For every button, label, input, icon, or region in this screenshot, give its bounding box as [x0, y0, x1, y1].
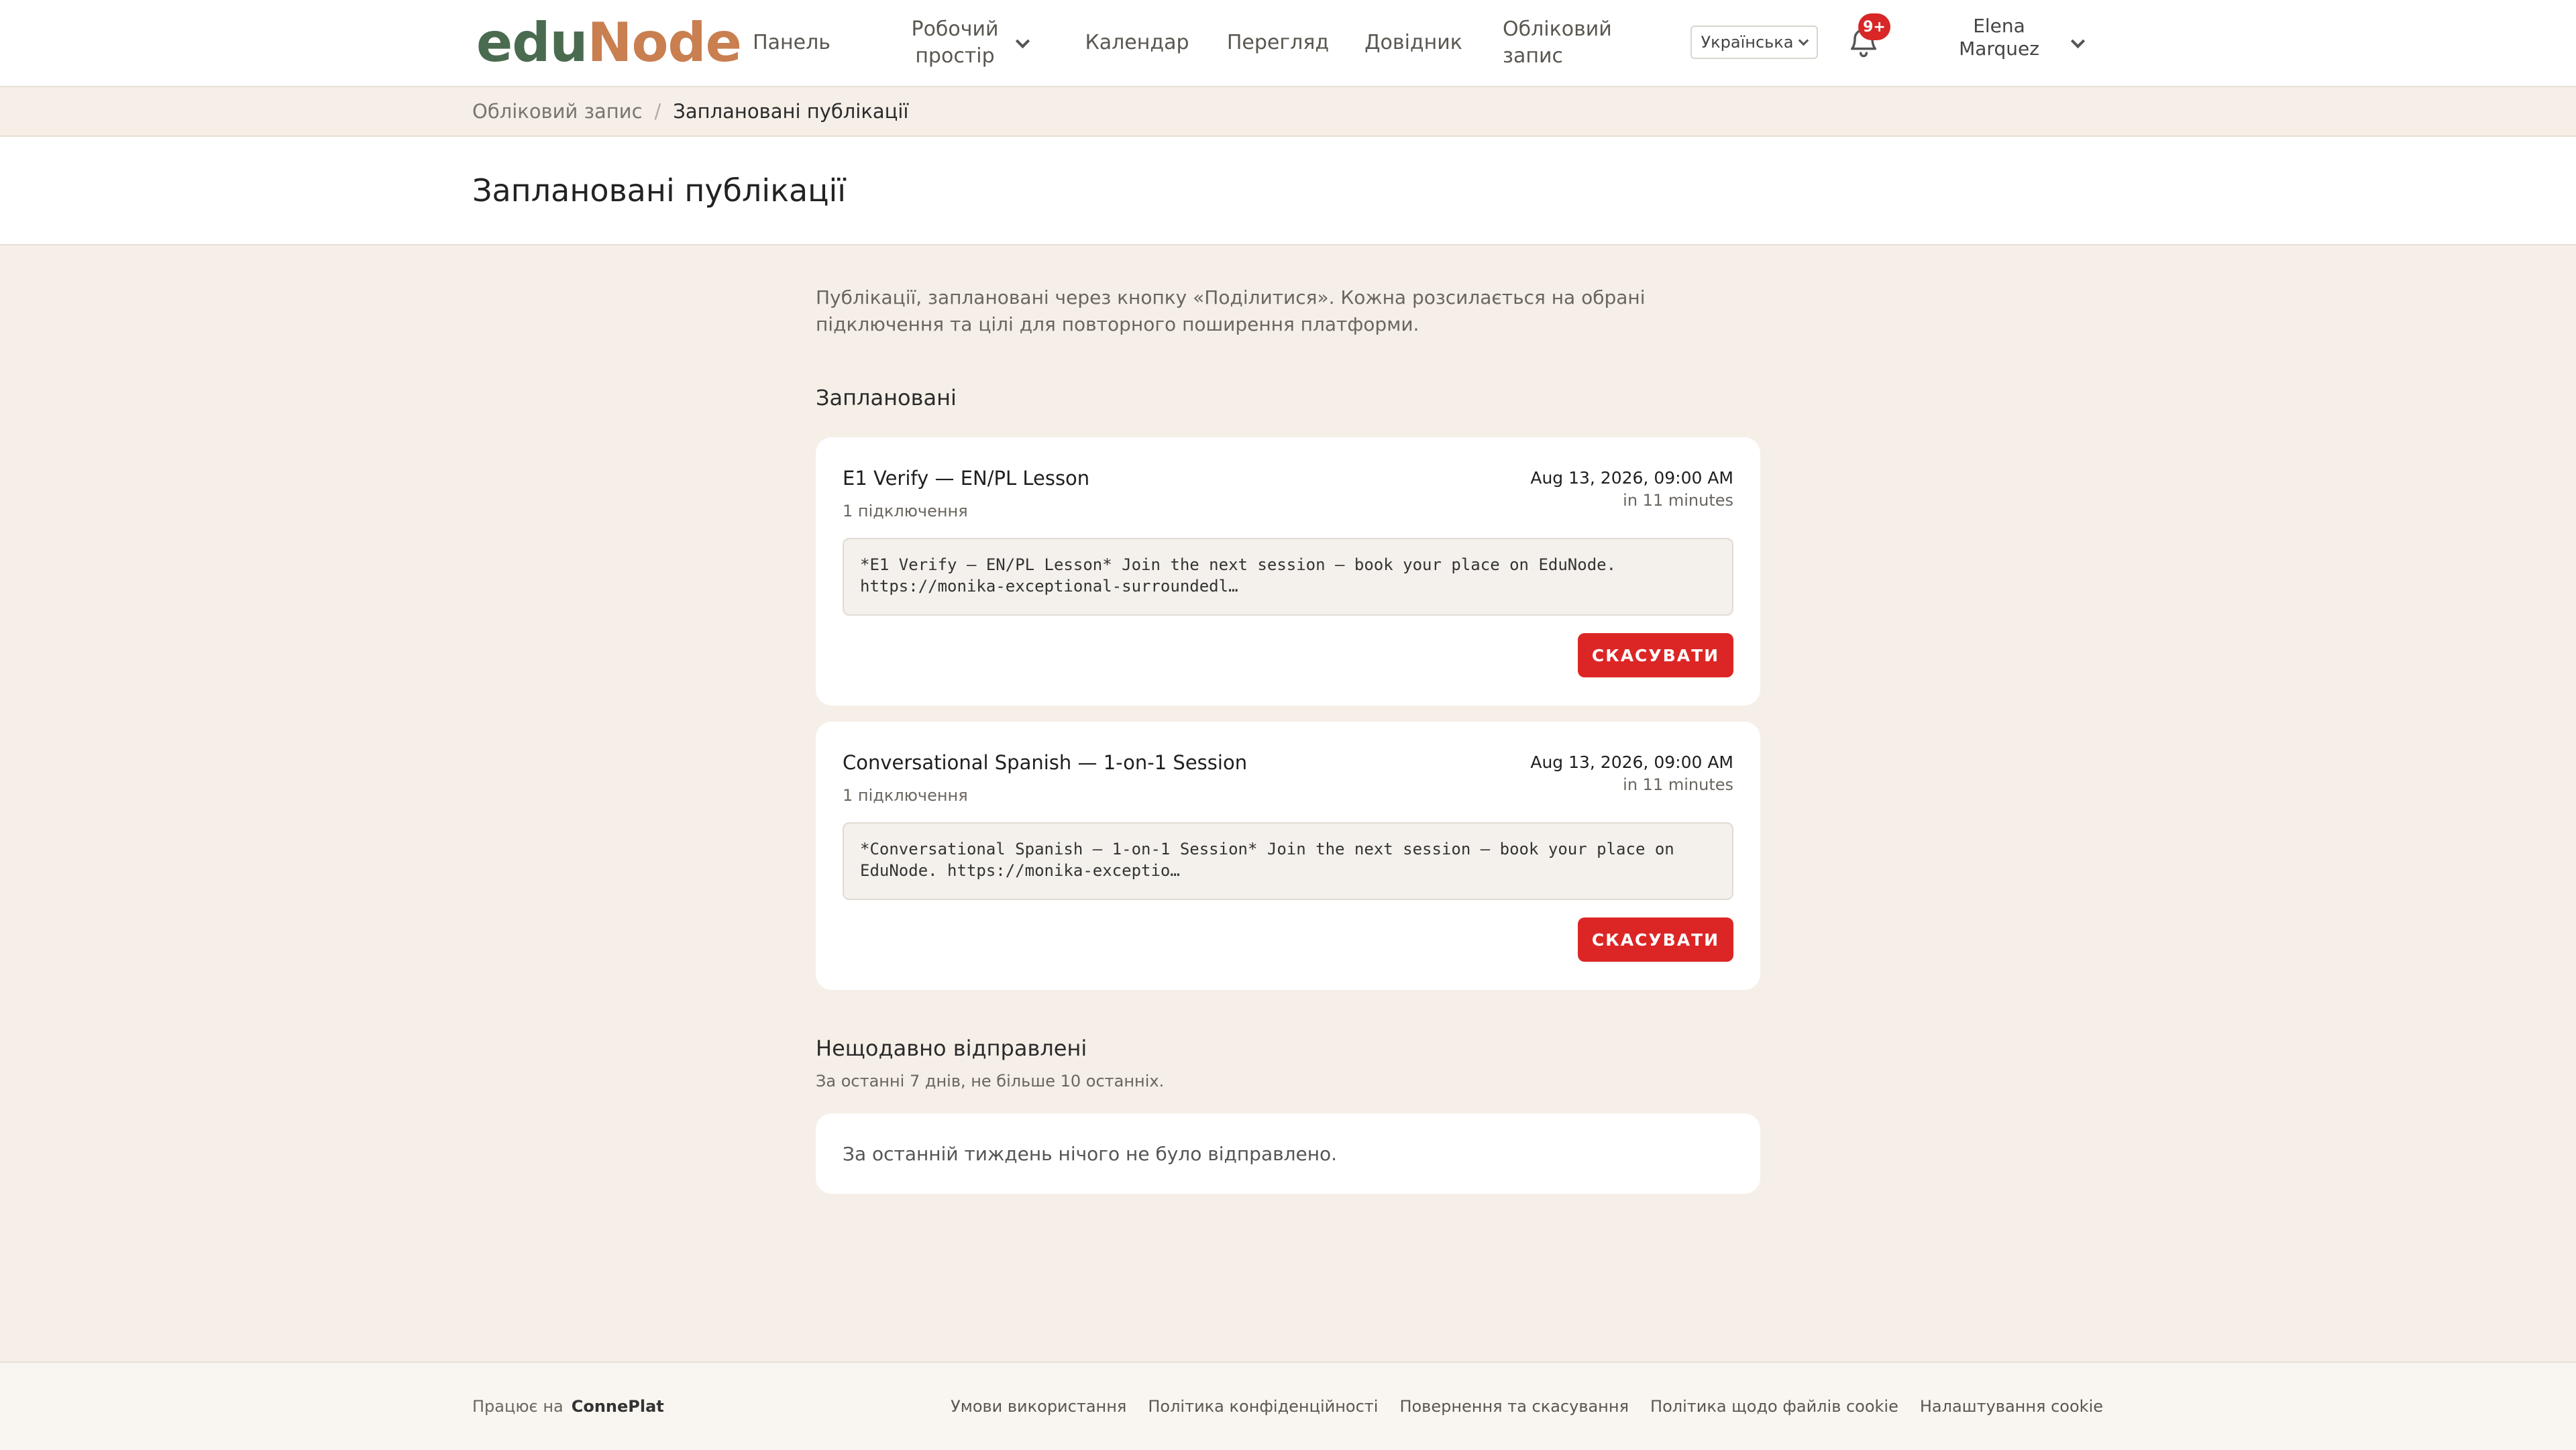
- post-title: Conversational Spanish — 1-on-1 Session: [843, 751, 1248, 774]
- nav-account[interactable]: Обліковий запис: [1503, 0, 1612, 86]
- nav-account-label: Обліковий запис: [1503, 17, 1612, 68]
- nav-dashboard[interactable]: Панель: [745, 0, 839, 86]
- user-menu-chevron-down-icon[interactable]: [2070, 34, 2086, 49]
- nav-workspace[interactable]: Робочий простір: [892, 0, 1046, 86]
- notifications-count-badge: 9+: [1858, 13, 1890, 40]
- recent-section-subtitle: За останні 7 днів, не більше 10 останніх…: [816, 1072, 1165, 1091]
- post-scheduled-date: Aug 13, 2026, 09:00 AM: [1530, 752, 1733, 772]
- user-menu[interactable]: Elena Marquez: [1932, 15, 2066, 68]
- nav-browse[interactable]: Перегляд: [1226, 0, 1330, 86]
- nav-calendar-label: Календар: [1085, 31, 1189, 54]
- post-connections: 1 підключення: [843, 502, 968, 520]
- breadcrumb-separator: /: [654, 100, 661, 123]
- recent-empty-text: За останній тиждень нічого не було відпр…: [843, 1142, 1338, 1165]
- post-title: E1 Verify — EN/PL Lesson: [843, 467, 1090, 490]
- cancel-button[interactable]: СКАСУВАТИ: [1578, 633, 1733, 677]
- footer-link-privacy[interactable]: Політика конфіденційності: [1148, 1397, 1378, 1416]
- powered-by-brand-link[interactable]: ConnePlat: [572, 1397, 664, 1416]
- recent-empty-state: За останній тиждень нічого не було відпр…: [816, 1113, 1760, 1194]
- page-title: Заплановані публікації: [472, 172, 847, 209]
- logo-part-edu: edu: [476, 11, 588, 74]
- footer-links: Умови використання Політика конфіденційн…: [951, 1363, 2103, 1450]
- nav-help-label: Довідник: [1364, 31, 1462, 54]
- edunode-logo[interactable]: eduNode: [476, 9, 742, 76]
- post-message-preview: *Conversational Spanish — 1-on-1 Session…: [843, 822, 1733, 900]
- breadcrumb: Обліковий запис / Заплановані публікації: [472, 87, 908, 135]
- nav-workspace-label: Робочий простір: [911, 17, 999, 68]
- recent-section-title: Нещодавно відправлені: [816, 1036, 1087, 1061]
- user-last-name: Marquez: [1959, 38, 2039, 60]
- scheduled-post-card: E1 Verify — EN/PL Lesson 1 підключення A…: [816, 437, 1760, 706]
- cancel-button[interactable]: СКАСУВАТИ: [1578, 917, 1733, 962]
- footer-link-cookie-policy[interactable]: Політика щодо файлів cookie: [1650, 1397, 1898, 1416]
- breadcrumb-bar: Обліковий запис / Заплановані публікації: [0, 87, 2576, 137]
- chevron-down-icon: [1015, 34, 1030, 48]
- user-first-name: Elena: [1973, 15, 2025, 37]
- post-relative-time: in 11 minutes: [1623, 491, 1733, 510]
- powered-by: Працює на ConnePlat: [472, 1363, 664, 1450]
- footer: Працює на ConnePlat Умови використання П…: [0, 1361, 2576, 1450]
- nav-browse-label: Перегляд: [1226, 31, 1330, 54]
- nav-help[interactable]: Довідник: [1364, 0, 1462, 86]
- language-select-value: Українська: [1701, 33, 1794, 52]
- top-navigation-bar: eduNode Панель Робочий простір Календар …: [0, 0, 2576, 87]
- post-message-preview: *E1 Verify — EN/PL Lesson* Join the next…: [843, 538, 1733, 616]
- nav-dashboard-label: Панель: [753, 31, 830, 54]
- footer-link-terms[interactable]: Умови використання: [951, 1397, 1126, 1416]
- powered-by-label: Працює на: [472, 1397, 564, 1416]
- nav-calendar[interactable]: Календар: [1085, 0, 1189, 86]
- logo-part-node: Node: [587, 11, 741, 74]
- post-relative-time: in 11 minutes: [1623, 775, 1733, 794]
- page-title-bar: Заплановані публікації: [0, 137, 2576, 245]
- scheduled-post-card: Conversational Spanish — 1-on-1 Session …: [816, 722, 1760, 990]
- post-connections: 1 підключення: [843, 786, 968, 805]
- intro-text: Публікації, заплановані через кнопку «По…: [816, 286, 1646, 335]
- post-scheduled-date: Aug 13, 2026, 09:00 AM: [1530, 468, 1733, 488]
- chevron-down-icon: [1799, 35, 1809, 46]
- breadcrumb-current: Заплановані публікації: [673, 100, 909, 123]
- footer-link-cookie-settings[interactable]: Налаштування cookie: [1920, 1397, 2103, 1416]
- footer-link-refunds[interactable]: Повернення та скасування: [1399, 1397, 1629, 1416]
- language-select[interactable]: Українська: [1690, 25, 1818, 59]
- scheduled-section-title: Заплановані: [816, 385, 957, 410]
- breadcrumb-account-link[interactable]: Обліковий запис: [472, 100, 643, 123]
